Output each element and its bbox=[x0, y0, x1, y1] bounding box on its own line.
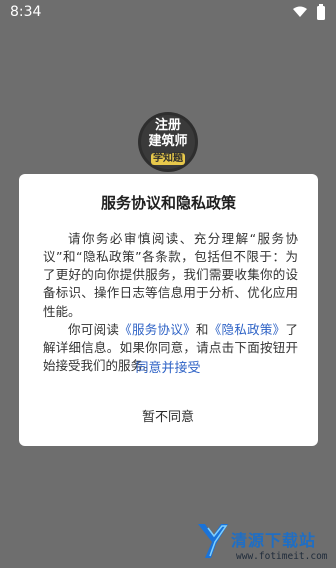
p2-text-before: 你可阅读 bbox=[68, 321, 120, 337]
logo-text-line-3: 学知题 bbox=[151, 153, 185, 165]
logo-text-line-1: 注册 bbox=[154, 118, 181, 133]
watermark-url: www.fotimeit.com bbox=[236, 551, 328, 562]
app-logo-badge: 注册 建筑师 学知题 bbox=[141, 115, 195, 169]
dialog-paragraph-1: 请你务必审慎阅读、充分理解“服务协议”和“隐私政策”各条款，包括但不限于：为了更… bbox=[43, 231, 298, 319]
service-agreement-link[interactable]: 《服务协议》 bbox=[119, 322, 196, 337]
watermark-text: 清源下载站 bbox=[231, 531, 317, 550]
wifi-icon bbox=[292, 6, 308, 18]
watermark: 清源下载站 www.fotimeit.com bbox=[196, 522, 332, 566]
privacy-policy-link[interactable]: 《隐私政策》 bbox=[209, 322, 286, 337]
dialog-title: 服务协议和隐私政策 bbox=[100, 194, 236, 212]
watermark-logo-icon bbox=[196, 522, 230, 564]
battery-icon bbox=[316, 4, 326, 20]
status-time: 8:34 bbox=[10, 4, 42, 20]
logo-text-line-2: 建筑师 bbox=[148, 134, 188, 149]
dialog-body: 请你务必审慎阅读、充分理解“服务协议”和“隐私政策”各条款，包括但不限于：为了更… bbox=[43, 230, 298, 375]
disagree-button[interactable]: 暂不同意 bbox=[0, 406, 336, 425]
status-icons bbox=[292, 4, 326, 20]
p2-text-and: 和 bbox=[195, 321, 209, 337]
status-bar: 8:34 bbox=[0, 0, 336, 24]
app-logo: 注册 建筑师 学知题 bbox=[138, 112, 198, 172]
agree-button[interactable]: 同意并接受 bbox=[0, 357, 336, 376]
